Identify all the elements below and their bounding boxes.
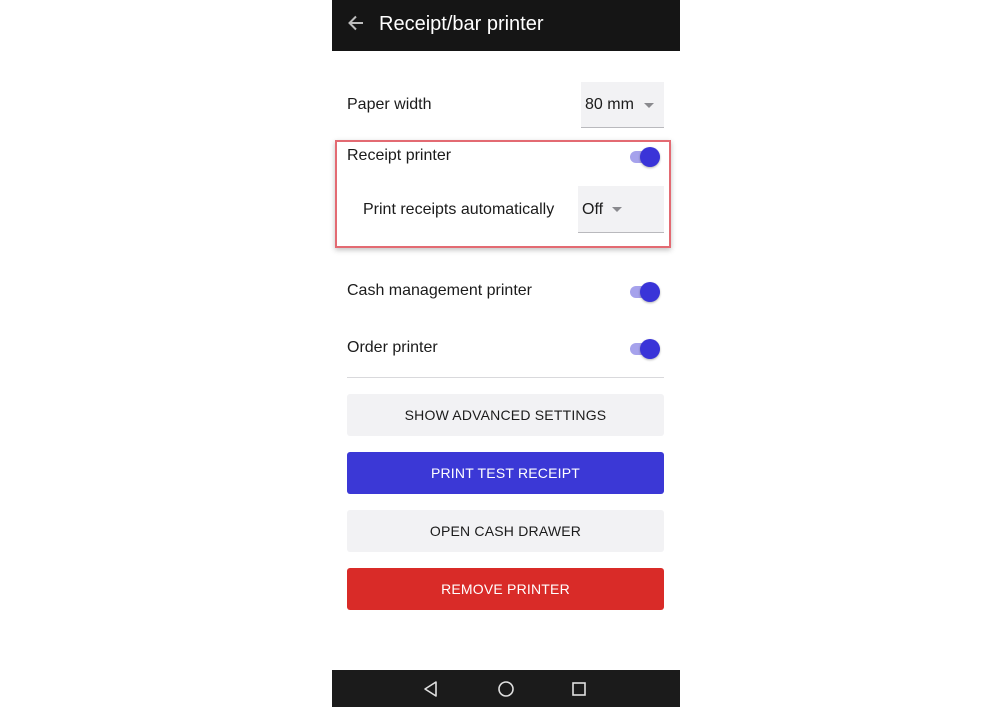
triangle-back-icon[interactable] <box>422 680 440 698</box>
phone-screen: Receipt/bar printer Paper width 80 mm Re… <box>332 0 680 707</box>
highlight-box <box>335 140 671 248</box>
chevron-down-icon <box>644 103 654 108</box>
toggle-thumb <box>640 339 660 359</box>
cash-management-printer-label: Cash management printer <box>347 282 532 299</box>
paper-width-value: 80 mm <box>585 96 634 113</box>
toggle-thumb <box>640 282 660 302</box>
show-advanced-settings-button[interactable]: SHOW ADVANCED SETTINGS <box>347 394 664 436</box>
circle-home-icon[interactable] <box>497 680 515 698</box>
paper-width-label: Paper width <box>347 96 432 113</box>
print-test-receipt-button[interactable]: PRINT TEST RECEIPT <box>347 452 664 494</box>
system-navigation-bar <box>332 670 680 707</box>
open-cash-drawer-button[interactable]: OPEN CASH DRAWER <box>347 510 664 552</box>
app-bar: Receipt/bar printer <box>332 0 680 51</box>
order-printer-label: Order printer <box>347 339 438 356</box>
arrow-left-icon[interactable] <box>346 13 366 33</box>
order-printer-toggle[interactable] <box>630 338 662 360</box>
square-recents-icon[interactable] <box>570 680 588 698</box>
cash-management-printer-toggle[interactable] <box>630 281 662 303</box>
page-title: Receipt/bar printer <box>379 13 544 35</box>
paper-width-select[interactable]: 80 mm <box>581 82 664 128</box>
divider <box>347 377 664 378</box>
remove-printer-button[interactable]: REMOVE PRINTER <box>347 568 664 610</box>
